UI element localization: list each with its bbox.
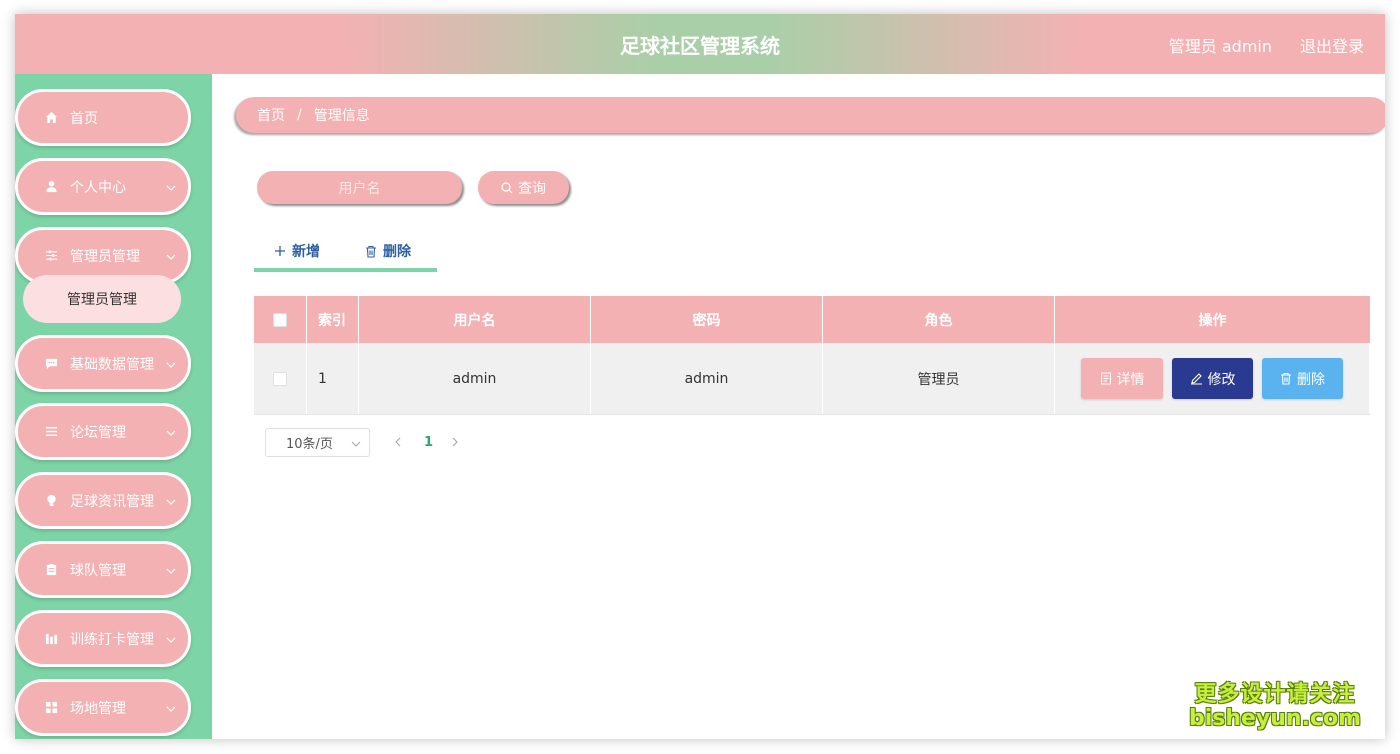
home-icon <box>44 111 58 125</box>
watermark: 更多设计请关注 bisheyun.com <box>1175 676 1375 731</box>
sidebar: 首页 个人中心 管理员管理 管理员管理 基础数据管理 论坛管理 足球资讯管理 球… <box>15 74 212 739</box>
document-icon <box>1100 372 1111 385</box>
sidebar-item-label: 个人中心 <box>70 179 126 196</box>
search-button[interactable]: 查询 <box>478 171 569 204</box>
sidebar-item-label: 场地管理 <box>70 700 126 717</box>
chevron-down-icon <box>166 564 176 580</box>
sidebar-item-label: 管理员管理 <box>70 248 140 265</box>
sidebar-item-profile[interactable]: 个人中心 <box>15 158 191 215</box>
row-password: admin <box>591 343 823 414</box>
delete-button-label: 删除 <box>1297 371 1325 388</box>
watermark-line2: bisheyun.com <box>1188 706 1362 731</box>
current-user-label: 管理员 admin <box>1168 37 1272 56</box>
chevron-down-icon <box>351 438 361 453</box>
select-all-checkbox[interactable] <box>273 312 287 327</box>
chevron-down-icon <box>166 358 176 374</box>
chevron-down-icon <box>166 702 176 718</box>
search-icon <box>501 181 513 194</box>
pencil-icon <box>1190 373 1202 385</box>
prev-page-icon[interactable] <box>394 435 408 451</box>
chart-icon <box>44 632 58 646</box>
bulb-icon <box>44 494 58 508</box>
sidebar-item-basic-data[interactable]: 基础数据管理 <box>15 335 191 392</box>
list-icon <box>44 425 58 439</box>
next-page-icon[interactable] <box>451 435 459 451</box>
sidebar-item-training[interactable]: 训练打卡管理 <box>15 610 191 667</box>
chevron-down-icon <box>166 426 176 442</box>
edit-button-label: 修改 <box>1207 371 1236 388</box>
tab-underline <box>254 268 437 272</box>
header-index: 索引 <box>307 296 359 343</box>
header-operation: 操作 <box>1198 312 1227 329</box>
row-role: 管理员 <box>823 343 1055 414</box>
delete-button[interactable]: 删除 <box>1262 358 1343 399</box>
app-window: 足球社区管理系统 管理员 admin 退出登录 首页 个人中心 管理员管理 管理… <box>15 14 1385 739</box>
sliders-icon <box>44 249 58 263</box>
detail-button-label: 详情 <box>1116 371 1145 388</box>
message-icon <box>44 357 58 371</box>
sidebar-item-label: 训练打卡管理 <box>70 631 154 648</box>
sidebar-item-label: 球队管理 <box>70 562 126 579</box>
chevron-down-icon <box>166 250 176 266</box>
detail-button[interactable]: 详情 <box>1081 358 1163 399</box>
logout-link[interactable]: 退出登录 <box>1300 33 1364 57</box>
row-index: 1 <box>307 343 359 414</box>
batch-delete-button[interactable]: 删除 <box>365 241 411 261</box>
row-checkbox[interactable] <box>273 371 287 386</box>
page-size-value: 10条/页 <box>286 437 333 452</box>
chevron-down-icon <box>166 495 176 511</box>
chevron-down-icon <box>166 633 176 649</box>
main-content: 首页 / 管理信息 用户名 查询 新增 删除 索引 用户名 密码 角色 操作 1… <box>212 74 1385 739</box>
sidebar-item-team[interactable]: 球队管理 <box>15 541 191 598</box>
breadcrumb: 首页 / 管理信息 <box>236 97 1385 133</box>
sidebar-item-label: 论坛管理 <box>70 424 126 441</box>
top-header: 足球社区管理系统 管理员 admin 退出登录 <box>15 14 1385 74</box>
clipboard-icon <box>44 563 58 577</box>
edit-button[interactable]: 修改 <box>1172 358 1253 399</box>
pagination: 10条/页 1 <box>265 428 459 457</box>
row-checkbox-cell <box>254 343 307 414</box>
user-icon <box>44 180 58 194</box>
sidebar-item-label: 首页 <box>70 110 98 127</box>
header-checkbox-cell <box>254 296 307 343</box>
chevron-down-icon <box>166 181 176 197</box>
row-operations: 详情 修改 删除 <box>1055 343 1370 414</box>
breadcrumb-home[interactable]: 首页 <box>257 105 285 125</box>
admin-table: 索引 用户名 密码 角色 操作 1 admin admin 管理员 详情 修改 … <box>254 296 1370 415</box>
sidebar-item-label: 基础数据管理 <box>70 356 154 373</box>
grid-icon <box>44 701 58 715</box>
breadcrumb-separator: / <box>297 107 302 123</box>
trash-icon <box>1281 372 1291 385</box>
sidebar-item-home[interactable]: 首页 <box>15 89 191 146</box>
trash-icon <box>365 245 377 258</box>
table-header: 索引 用户名 密码 角色 操作 <box>254 296 1370 343</box>
watermark-line1: 更多设计请关注 <box>1194 682 1356 707</box>
sidebar-item-label: 足球资讯管理 <box>70 493 154 510</box>
row-username: admin <box>359 343 591 414</box>
sidebar-item-venue[interactable]: 场地管理 <box>15 679 191 736</box>
plus-icon <box>274 245 286 257</box>
header-role: 角色 <box>823 296 1055 343</box>
sidebar-item-forum[interactable]: 论坛管理 <box>15 403 191 460</box>
header-password: 密码 <box>591 296 823 343</box>
username-search-input[interactable]: 用户名 <box>257 171 462 204</box>
page-number[interactable]: 1 <box>424 435 433 450</box>
search-button-label: 查询 <box>518 180 546 197</box>
sidebar-item-news[interactable]: 足球资讯管理 <box>15 472 191 529</box>
page-size-select[interactable]: 10条/页 <box>265 428 370 457</box>
sidebar-subitem-admin-manage[interactable]: 管理员管理 <box>23 275 181 323</box>
header-username: 用户名 <box>359 296 591 343</box>
add-button[interactable]: 新增 <box>274 241 320 261</box>
add-button-label: 新增 <box>292 244 320 260</box>
batch-delete-label: 删除 <box>383 244 411 260</box>
breadcrumb-current: 管理信息 <box>313 108 370 124</box>
table-row: 1 admin admin 管理员 详情 修改 删除 <box>254 343 1370 415</box>
